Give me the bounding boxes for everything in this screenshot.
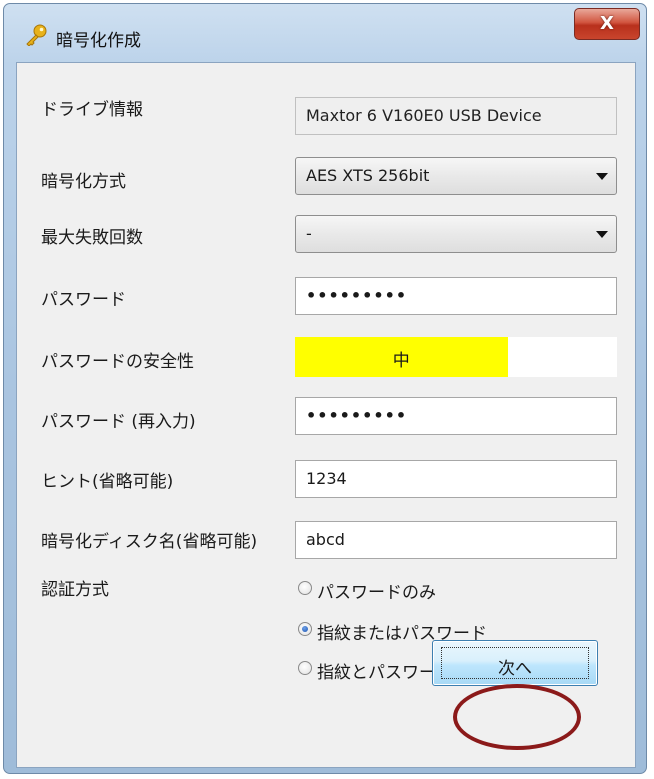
password-input[interactable]: ••••••••• <box>295 277 617 315</box>
disk-name-label: 暗号化ディスク名(省略可能) <box>41 532 258 552</box>
disk-name-input[interactable]: abcd <box>295 521 617 559</box>
title-bar[interactable]: 暗号化作成 X <box>4 4 646 62</box>
password-strength-value: 中 <box>392 351 410 371</box>
radio-button[interactable] <box>298 622 312 636</box>
chevron-down-icon <box>596 231 608 238</box>
window-title: 暗号化作成 <box>56 31 141 51</box>
key-icon <box>26 24 47 46</box>
hint-input[interactable]: 1234 <box>295 460 617 498</box>
auth-method-label: 認証方式 <box>41 580 109 600</box>
close-button[interactable]: X <box>574 8 640 40</box>
password-label: パスワード <box>41 290 126 310</box>
drive-info-field: Maxtor 6 V160E0 USB Device <box>295 97 617 135</box>
next-button[interactable]: 次へ <box>432 640 598 686</box>
encryption-method-value: AES XTS 256bit <box>306 166 430 185</box>
chevron-down-icon <box>596 173 608 180</box>
password-confirm-label: パスワード (再入力) <box>41 412 196 432</box>
password-strength-label: パスワードの安全性 <box>41 352 194 372</box>
encryption-method-label: 暗号化方式 <box>41 172 126 192</box>
hint-label: ヒント(省略可能) <box>41 472 174 492</box>
radio-button[interactable] <box>298 581 312 595</box>
password-confirm-input[interactable]: ••••••••• <box>295 397 617 435</box>
password-strength-meter: 中 <box>295 337 617 377</box>
encryption-method-select[interactable]: AES XTS 256bit <box>295 157 617 195</box>
max-failures-value: - <box>306 224 312 243</box>
close-icon: X <box>600 13 614 34</box>
auth-option-label: パスワードのみ <box>317 583 436 603</box>
highlight-annotation-ellipse <box>453 684 581 750</box>
drive-info-label: ドライブ情報 <box>41 100 143 120</box>
next-button-label: 次へ <box>498 659 532 679</box>
max-failures-label: 最大失敗回数 <box>41 228 143 248</box>
radio-button[interactable] <box>298 661 312 675</box>
max-failures-select[interactable]: - <box>295 215 617 253</box>
